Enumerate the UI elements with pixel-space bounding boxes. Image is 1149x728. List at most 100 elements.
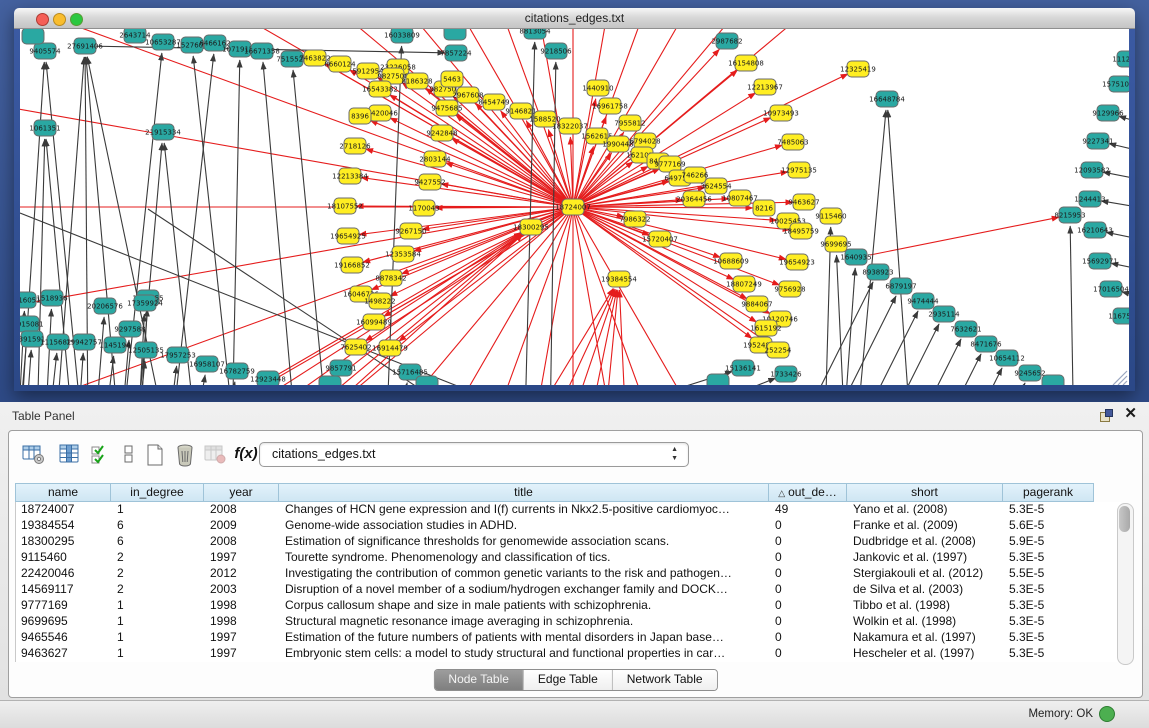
column-header-short[interactable]: short: [847, 483, 1003, 502]
graph-node[interactable]: 8660124: [324, 56, 356, 72]
graph-node[interactable]: 1244413: [1074, 191, 1105, 207]
table-cell[interactable]: 9115460: [16, 550, 112, 566]
table-cell[interactable]: 5.3E-5: [1004, 582, 1095, 598]
graph-node[interactable]: 7955812: [614, 115, 645, 131]
table-row[interactable]: 1456911722003Disruption of a novel membe…: [16, 582, 1121, 598]
graph-node[interactable]: 9267150: [395, 223, 426, 239]
tab-node-table[interactable]: Node Table: [434, 670, 524, 690]
graph-node[interactable]: 16961758: [592, 98, 628, 114]
merge-rows-icon[interactable]: [115, 441, 143, 469]
table-cell[interactable]: 18300295: [16, 534, 112, 550]
graph-node[interactable]: [444, 29, 466, 40]
column-header-pagerank[interactable]: pagerank: [1003, 483, 1094, 502]
graph-node[interactable]: 2987682: [711, 33, 742, 49]
scrollbar-thumb[interactable]: [1119, 506, 1130, 532]
graph-node[interactable]: [319, 376, 341, 385]
graph-node[interactable]: 19654923: [779, 254, 815, 270]
table-cell[interactable]: 2008: [205, 534, 280, 550]
graph-node[interactable]: 3624554: [700, 178, 732, 194]
table-cell[interactable]: Tourette syndrome. Phenomenology and cla…: [280, 550, 770, 566]
table-cell[interactable]: 1998: [205, 598, 280, 614]
graph-node[interactable]: 9884067: [741, 296, 772, 312]
graph-node[interactable]: 7857224: [440, 45, 472, 61]
graph-node[interactable]: 7625402: [340, 339, 371, 355]
graph-node[interactable]: 9242848: [426, 125, 457, 141]
table-cell[interactable]: 9465546: [16, 630, 112, 646]
graph-node[interactable]: 9129966: [1092, 105, 1124, 121]
graph-node[interactable]: 8396: [349, 108, 371, 124]
table-cell[interactable]: Embryonic stem cells: a model to study s…: [280, 646, 770, 662]
table-cell[interactable]: Genome-wide association studies in ADHD.: [280, 518, 770, 534]
graph-node[interactable]: 2718126: [339, 138, 371, 154]
graph-node[interactable]: 7485063: [777, 134, 808, 150]
graph-node[interactable]: 1145194: [99, 337, 131, 353]
float-panel-icon[interactable]: [1100, 409, 1113, 422]
table-cell[interactable]: 1: [112, 614, 205, 630]
table-cell[interactable]: Disruption of a novel member of a sodium…: [280, 582, 770, 598]
graph-node[interactable]: 19384554: [601, 271, 637, 287]
table-settings-icon[interactable]: [19, 441, 47, 469]
function-builder-icon[interactable]: f(x): [231, 441, 261, 469]
graph-node[interactable]: 27691406: [67, 38, 103, 54]
table-cell[interactable]: 5.6E-5: [1004, 518, 1095, 534]
graph-node[interactable]: 8878342: [375, 270, 406, 286]
graph-node[interactable]: 16648784: [869, 91, 905, 107]
graph-node[interactable]: 17016504: [1093, 281, 1129, 297]
column-header-name[interactable]: name: [15, 483, 111, 502]
table-row[interactable]: 1938455462009Genome-wide association stu…: [16, 518, 1121, 534]
graph-node[interactable]: 8186328: [401, 73, 432, 89]
table-cell[interactable]: 14569117: [16, 582, 112, 598]
table-cell[interactable]: 2012: [205, 566, 280, 582]
graph-node[interactable]: 1167533: [1108, 308, 1129, 324]
table-cell[interactable]: Jankovic et al. (1997): [848, 550, 1004, 566]
graph-node[interactable]: 15136141: [725, 360, 761, 376]
graph-node[interactable]: 8215953: [1054, 207, 1085, 223]
graph-node[interactable]: 9405574: [29, 43, 61, 59]
table-cell[interactable]: 0: [770, 550, 848, 566]
graph-node[interactable]: 8938923: [862, 264, 893, 280]
graph-node[interactable]: 15692971: [1082, 253, 1118, 269]
table-cell[interactable]: 2009: [205, 518, 280, 534]
table-cell[interactable]: Investigating the contribution of common…: [280, 566, 770, 582]
graph-node[interactable]: 16033809: [384, 29, 420, 43]
table-row[interactable]: 1872400712008Changes of HCN gene express…: [16, 502, 1121, 518]
graph-node[interactable]: 1440910: [582, 80, 613, 96]
table-row[interactable]: 1830029562008Estimation of significance …: [16, 534, 1121, 550]
graph-node[interactable]: 9475685: [431, 100, 462, 116]
graph-node[interactable]: 1733426: [770, 366, 802, 382]
table-row[interactable]: 2242004622012Investigating the contribut…: [16, 566, 1121, 582]
graph-node[interactable]: 9756928: [774, 281, 805, 297]
table-cell[interactable]: Corpus callosum shape and size in male p…: [280, 598, 770, 614]
graph-node[interactable]: 1518936: [36, 290, 68, 306]
table-row[interactable]: 911546021997Tourette syndrome. Phenomeno…: [16, 550, 1121, 566]
table-cell[interactable]: 19384554: [16, 518, 112, 534]
table-cell[interactable]: 0: [770, 630, 848, 646]
delete-column-icon[interactable]: [171, 441, 199, 469]
network-canvas[interactable]: 9405574276914062643714106532871527602646…: [20, 29, 1129, 385]
table-row[interactable]: 946362711997Embryonic stem cells: a mode…: [16, 646, 1121, 662]
table-cell[interactable]: 2: [112, 566, 205, 582]
table-cell[interactable]: Estimation of significance thresholds fo…: [280, 534, 770, 550]
graph-node[interactable]: 9699695: [820, 236, 851, 252]
graph-node[interactable]: 1061351: [29, 120, 60, 136]
table-cell[interactable]: 6: [112, 518, 205, 534]
table-cell[interactable]: 6: [112, 534, 205, 550]
new-table-icon[interactable]: [141, 441, 169, 469]
table-row[interactable]: 977716911998Corpus callosum shape and si…: [16, 598, 1121, 614]
graph-node[interactable]: 12505135: [128, 342, 164, 358]
table-cell[interactable]: 1997: [205, 630, 280, 646]
graph-node[interactable]: 12975135: [781, 162, 817, 178]
graph-node[interactable]: 19654925: [330, 228, 366, 244]
table-cell[interactable]: 2003: [205, 582, 280, 598]
graph-node[interactable]: 15751074: [1102, 76, 1129, 92]
table-cell[interactable]: Tibbo et al. (1998): [848, 598, 1004, 614]
graph-node[interactable]: 1615192: [750, 320, 781, 336]
table-cell[interactable]: Wolkin et al. (1998): [848, 614, 1004, 630]
table-cell[interactable]: 5.3E-5: [1004, 630, 1095, 646]
table-vertical-scrollbar[interactable]: [1117, 503, 1134, 665]
graph-node[interactable]: [416, 376, 438, 385]
table-cell[interactable]: de Silva et al. (2003): [848, 582, 1004, 598]
graph-node[interactable]: 9857791: [325, 360, 356, 376]
table-cell[interactable]: 5.5E-5: [1004, 566, 1095, 582]
graph-node[interactable]: 12213967: [747, 79, 783, 95]
